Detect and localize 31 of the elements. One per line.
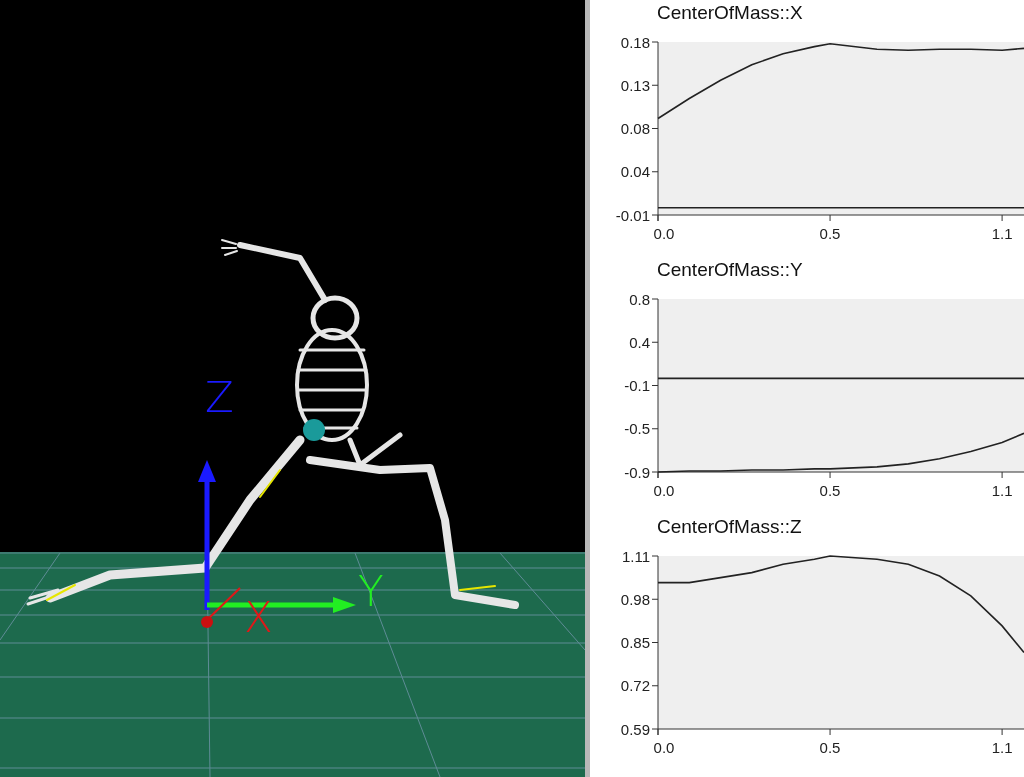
y-tick-label: 0.13 bbox=[620, 76, 650, 94]
x-tick-label: 0.0 bbox=[653, 225, 675, 242]
y-tick-label: -0.5 bbox=[624, 420, 650, 438]
y-tick-label: 0.72 bbox=[620, 677, 650, 695]
axis-label: X bbox=[244, 593, 273, 642]
y-tick-label: -0.9 bbox=[624, 463, 650, 481]
x-tick-label: 0.0 bbox=[653, 739, 675, 756]
x-tick-label: 1.1 bbox=[991, 225, 1013, 242]
y-tick-label: 0.98 bbox=[620, 590, 650, 608]
y-tick-label: -0.01 bbox=[615, 206, 650, 224]
y-tick-label: 0.04 bbox=[620, 163, 650, 181]
y-tick-label: -0.1 bbox=[624, 377, 650, 394]
x-tick-label: 0.5 bbox=[819, 739, 841, 756]
x-tick-label: 1.1 bbox=[991, 739, 1013, 756]
y-tick-label: 0.85 bbox=[620, 634, 650, 651]
chart-title: CenterOfMass::X bbox=[657, 2, 804, 25]
axis-label: Y bbox=[358, 567, 384, 616]
chart-title: CenterOfMass::Z bbox=[657, 516, 803, 539]
y-tick-label: 0.08 bbox=[620, 120, 650, 137]
x-tick-label: 0.0 bbox=[653, 482, 675, 499]
y-tick-label: 0.59 bbox=[620, 720, 650, 738]
axis-label: Z bbox=[205, 373, 234, 422]
origin-marker bbox=[201, 616, 213, 628]
x-tick-label: 1.1 bbox=[991, 482, 1013, 499]
y-tick-label: 0.8 bbox=[629, 290, 650, 308]
y-tick-label: 0.18 bbox=[620, 33, 650, 51]
x-tick-label: 0.5 bbox=[819, 482, 841, 499]
x-tick-label: 0.5 bbox=[819, 225, 841, 242]
y-tick-label: 1.11 bbox=[621, 547, 650, 565]
chart-title: CenterOfMass::Y bbox=[657, 259, 804, 282]
y-tick-label: 0.4 bbox=[629, 333, 650, 351]
